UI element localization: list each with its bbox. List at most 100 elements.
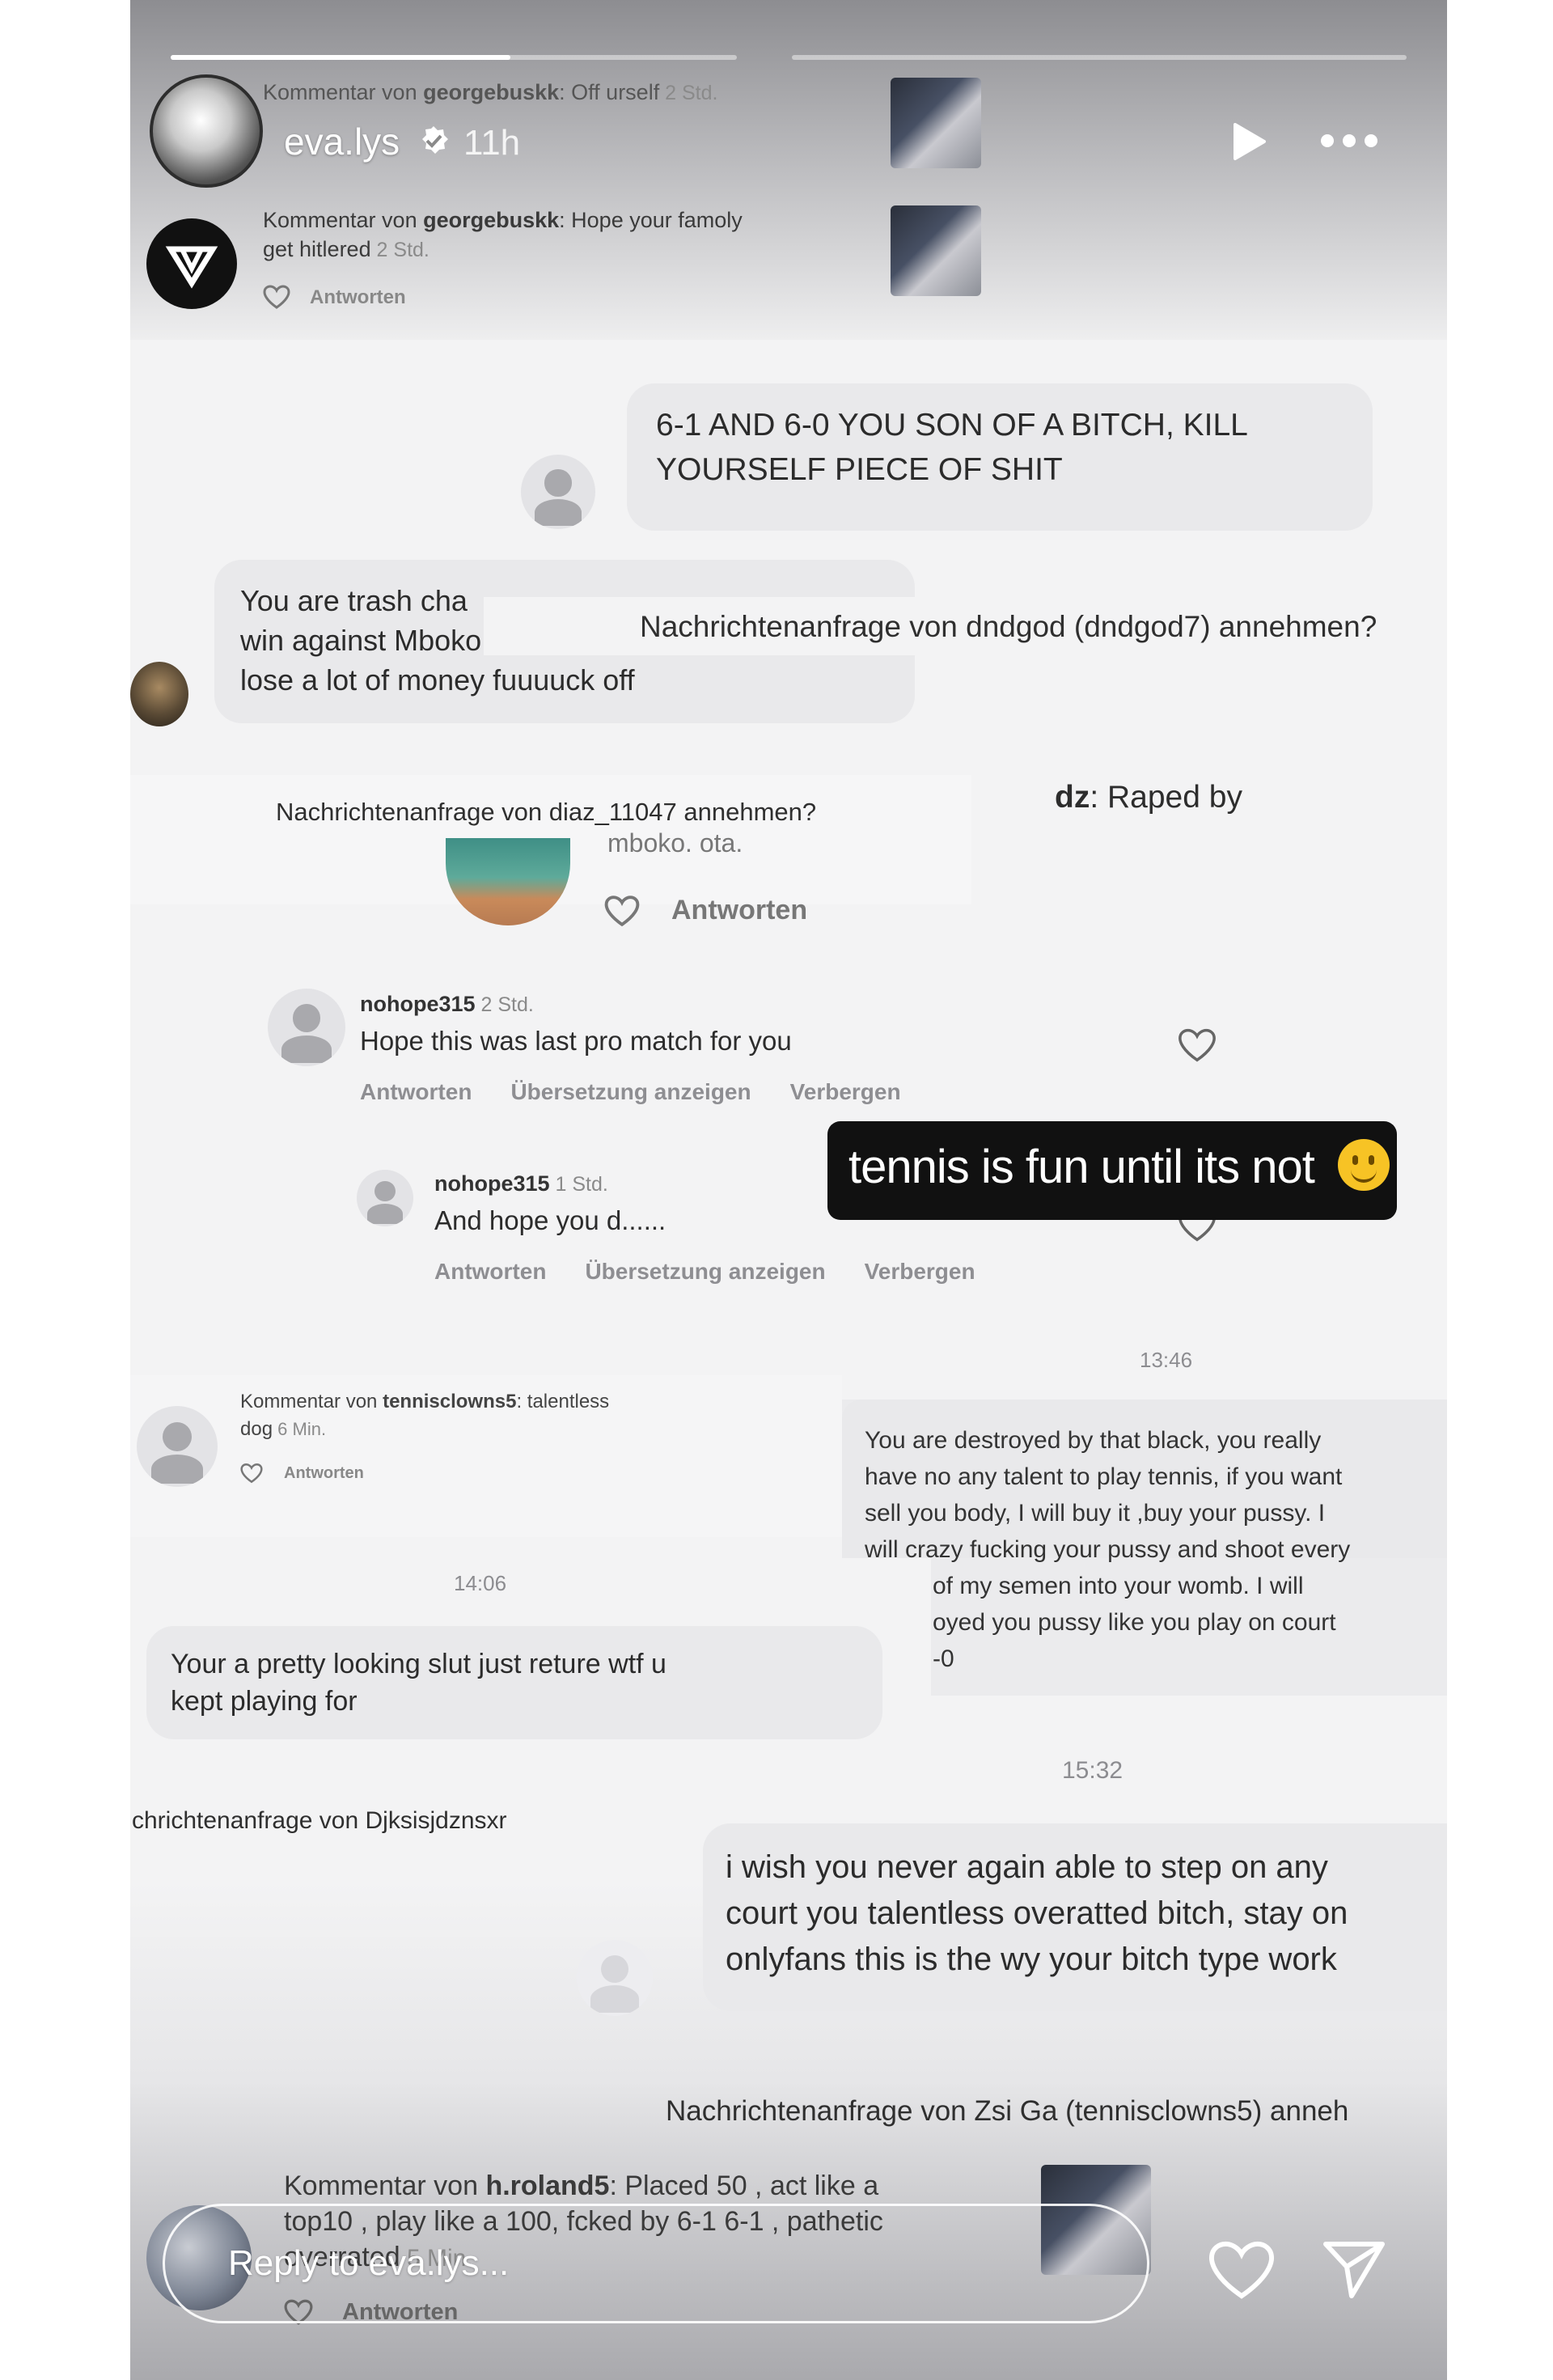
comment-text: : Hope your famoly xyxy=(559,208,743,232)
message-line: will crazy fucking your pussy and shoot … xyxy=(865,1536,1351,1563)
translate-link[interactable]: Übersetzung anzeigen xyxy=(510,1079,751,1104)
message-line: court you talentless overatted bitch, st… xyxy=(726,1895,1348,1931)
message-bubble-5: i wish you never again able to step on a… xyxy=(703,1823,1447,2011)
slightly-smiling-emoji-icon xyxy=(1338,1139,1390,1191)
comment-3: Kommentar von tennisclowns5: talentless … xyxy=(240,1388,609,1443)
reply-placeholder: Reply to eva.lys... xyxy=(228,2243,510,2283)
comment-prefix: Kommentar von xyxy=(240,1391,383,1412)
reply-link[interactable]: Antworten xyxy=(434,1259,546,1284)
comment-user[interactable]: georgebuskk xyxy=(423,208,559,232)
story-avatar[interactable] xyxy=(150,74,263,188)
story-frame: Kommentar von georgebuskk: Off urself 2 … xyxy=(130,0,1447,2380)
comment-user[interactable]: dz xyxy=(1055,780,1090,815)
message-line: kept playing for xyxy=(171,1686,358,1717)
comment-1: Kommentar von georgebuskk: Off urself 2 … xyxy=(263,78,991,108)
timestamp: 14:06 xyxy=(454,1571,507,1595)
hide-link[interactable]: Verbergen xyxy=(865,1259,975,1284)
post-thumbnail-1[interactable] xyxy=(891,78,981,168)
comment-user[interactable]: h.roland5 xyxy=(485,2170,609,2201)
heart-icon[interactable] xyxy=(604,895,640,927)
message-line: Your a pretty looking slut just reture w… xyxy=(171,1649,666,1679)
message-bubble-1: 6-1 AND 6-0 YOU SON OF A BITCH, KILL YOU… xyxy=(627,383,1373,531)
send-icon[interactable] xyxy=(1322,2239,1386,2299)
progress-bar-1 xyxy=(171,55,737,60)
comment-text-line2: get hitlered xyxy=(263,237,371,261)
reply-link[interactable]: Antworten xyxy=(310,286,406,309)
story-username[interactable]: eva.lys xyxy=(284,120,400,163)
comment-text: : talentless xyxy=(516,1391,610,1412)
sender-avatar[interactable] xyxy=(130,662,188,726)
post-thumbnail-2[interactable] xyxy=(891,205,981,296)
message-line: onlyfans this is the wy your bitch type … xyxy=(726,1942,1337,1977)
more-options-icon[interactable] xyxy=(1319,133,1379,149)
comment-user[interactable]: nohope315 xyxy=(360,992,476,1016)
message-line: have no any talent to play tennis, if yo… xyxy=(865,1463,1343,1490)
reply-link[interactable]: Antworten xyxy=(284,1464,364,1483)
comment-time: 2 Std. xyxy=(370,239,430,261)
comment-text: : Placed 50 , act like a xyxy=(609,2170,879,2201)
heart-icon[interactable] xyxy=(240,1463,263,1484)
sticker-label: tennis is fun until its not xyxy=(848,1141,1315,1193)
reply-link[interactable]: Antworten xyxy=(360,1079,472,1104)
thread-comment-2-header: nohope315 1 Std. xyxy=(434,1171,608,1196)
comment-text: : Raped by xyxy=(1090,780,1242,815)
comment-user[interactable]: tennisclowns5 xyxy=(383,1391,516,1412)
comment-fragment: dz: Raped by xyxy=(1055,780,1242,815)
message-request-3[interactable]: chrichtenanfrage von Djksisjdznsxr xyxy=(132,1807,507,1835)
commenter-avatar[interactable] xyxy=(137,1406,218,1487)
play-icon[interactable] xyxy=(1230,121,1267,162)
like-heart-icon[interactable] xyxy=(1178,1027,1217,1063)
progress-bar-2 xyxy=(792,55,1407,60)
reply-link[interactable]: Antworten xyxy=(671,895,807,926)
timestamp: 13:46 xyxy=(1140,1348,1193,1372)
message-line: 6-1 AND 6-0 YOU SON OF A BITCH, KILL xyxy=(656,408,1248,443)
message-request-2[interactable]: Nachrichtenanfrage von diaz_11047 annehm… xyxy=(276,798,816,827)
message-request-4[interactable]: Nachrichtenanfrage von Zsi Ga (tennisclo… xyxy=(666,2095,1348,2128)
comment-time: 2 Std. xyxy=(475,993,534,1016)
comment-user[interactable]: nohope315 xyxy=(434,1171,550,1196)
commenter-avatar-photo[interactable] xyxy=(446,838,570,925)
thread-comment-1-header: nohope315 2 Std. xyxy=(360,992,534,1017)
message-line: lose a lot of money fuuuuck off xyxy=(240,663,635,697)
fragment-text: mboko. ota. xyxy=(607,828,743,858)
message-line: YOURSELF PIECE OF SHIT xyxy=(656,452,1063,487)
comment-prefix: Kommentar von xyxy=(263,208,424,232)
message-line: i wish you never again able to step on a… xyxy=(726,1849,1328,1885)
message-bubble-3: You are destroyed by that black, you rea… xyxy=(842,1400,1447,1696)
story-time-ago: 11h xyxy=(463,123,521,163)
heart-icon[interactable] xyxy=(263,285,290,309)
comment-prefix: Kommentar von xyxy=(284,2170,486,2201)
message-bubble-4: Your a pretty looking slut just reture w… xyxy=(146,1626,882,1739)
comment-time: 1 Std. xyxy=(549,1173,608,1196)
message-line: You are destroyed by that black, you rea… xyxy=(865,1427,1322,1454)
message-line: -0 xyxy=(933,1645,954,1672)
verified-badge-icon xyxy=(417,125,450,157)
sticker-text: tennis is fun until its not xyxy=(848,1139,1390,1194)
thread-comment-2-text: And hope you d...... xyxy=(434,1205,666,1235)
comment-time: 6 Min. xyxy=(273,1419,327,1439)
reply-input[interactable]: Reply to eva.lys... xyxy=(163,2204,1149,2323)
progress-fill-1 xyxy=(171,55,510,60)
thread-comment-1-actions: Antworten Übersetzung anzeigen Verbergen xyxy=(360,1079,940,1105)
comment-2: Kommentar von georgebuskk: Hope your fam… xyxy=(263,205,878,265)
commenter-avatar[interactable] xyxy=(268,989,345,1066)
commenter-avatar[interactable] xyxy=(146,218,237,309)
sender-avatar[interactable] xyxy=(521,455,595,529)
timestamp: 15:32 xyxy=(1062,1757,1123,1784)
commenter-avatar[interactable] xyxy=(357,1170,413,1226)
hide-link[interactable]: Verbergen xyxy=(790,1079,901,1104)
message-line: sell you body, I will buy it ,buy your p… xyxy=(865,1500,1326,1527)
message-line: oyed you pussy like you play on court xyxy=(933,1609,1336,1636)
comment-user[interactable]: georgebuskk xyxy=(423,80,559,104)
message-request-1[interactable]: Nachrichtenanfrage von dndgod (dndgod7) … xyxy=(640,610,1377,644)
text-sticker[interactable]: tennis is fun until its not xyxy=(827,1121,1397,1220)
like-story-heart-icon[interactable] xyxy=(1208,2239,1276,2301)
thread-comment-1-text: Hope this was last pro match for you xyxy=(360,1026,792,1056)
comment-text: : Off urself xyxy=(559,80,660,104)
sender-avatar[interactable] xyxy=(577,1940,653,2016)
comment-text-line2: dog xyxy=(240,1418,273,1440)
thread-comment-2-actions: Antworten Übersetzung anzeigen Verbergen xyxy=(434,1259,1014,1285)
comment-prefix: Kommentar von xyxy=(263,80,424,104)
translate-link[interactable]: Übersetzung anzeigen xyxy=(585,1259,825,1284)
message-line: of my semen into your womb. I will xyxy=(933,1573,1304,1599)
